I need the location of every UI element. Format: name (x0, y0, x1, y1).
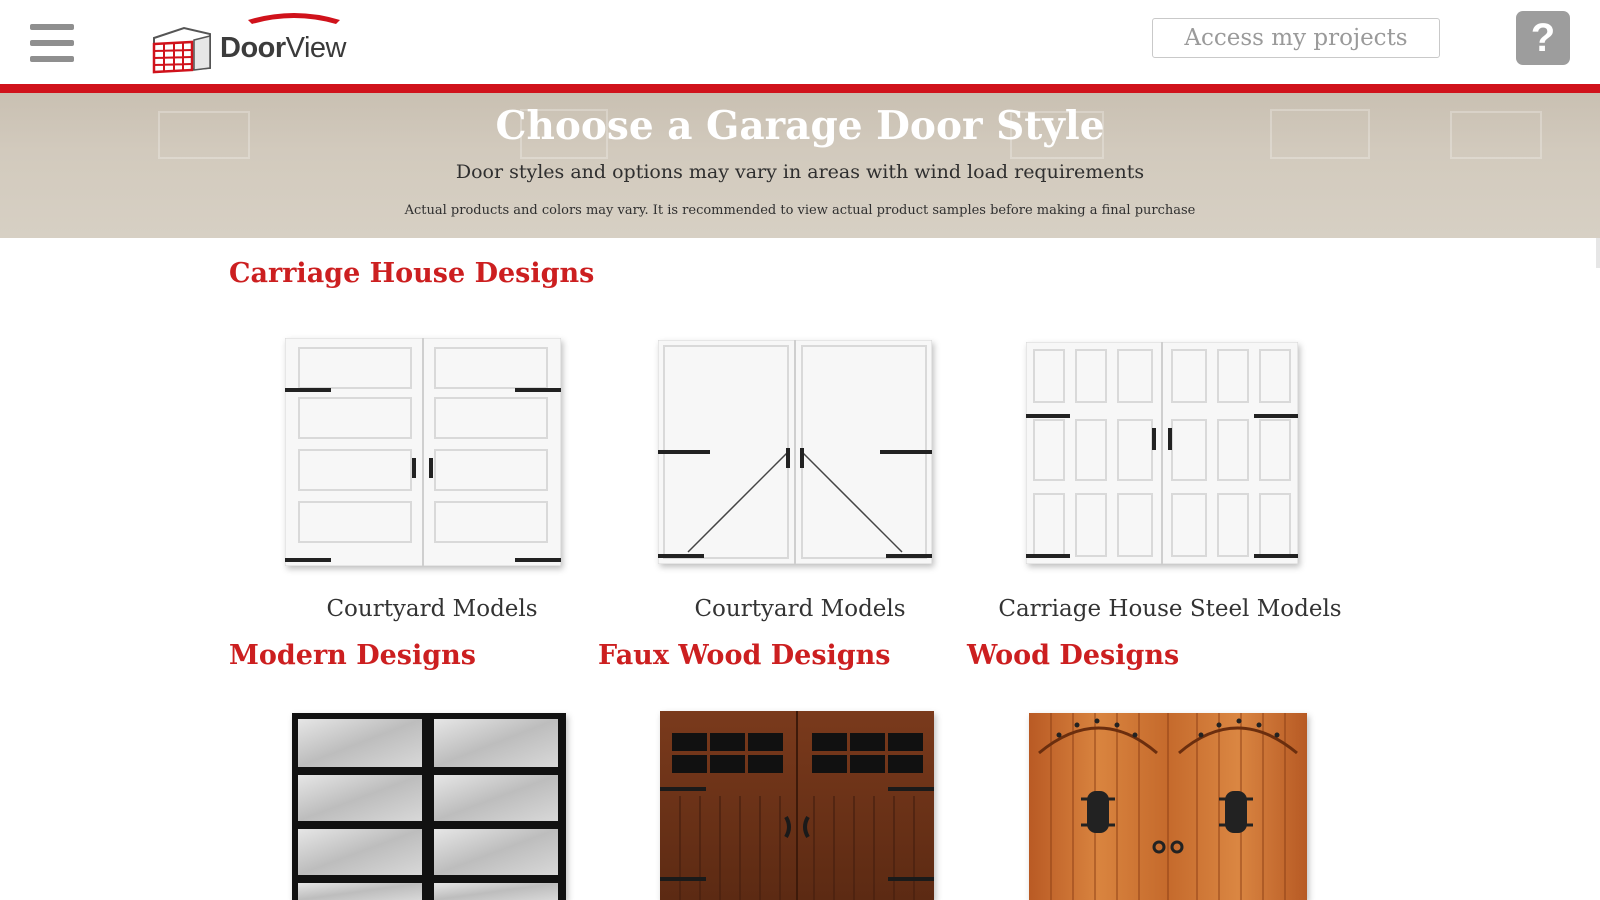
hero-banner: Choose a Garage Door Style Door styles a… (0, 93, 1600, 238)
white-carriage-door-horizontal-panels (285, 338, 561, 566)
logo-ribbon-icon (248, 13, 340, 24)
wood-designs-heading[interactable]: Wood Designs (967, 640, 1179, 671)
top-bar: DoorView Access my projects ? (0, 0, 1600, 85)
doorview-logo[interactable]: DoorView (150, 8, 370, 78)
door-caption-courtyard-2[interactable]: Courtyard Models (590, 596, 1010, 622)
cedar-arched-wood-door (1029, 713, 1307, 900)
door-card-faux-wood[interactable] (660, 711, 950, 900)
white-carriage-door-grid-panels (1026, 342, 1298, 564)
garage-door-logo-icon (152, 26, 211, 74)
modern-designs-heading[interactable]: Modern Designs (229, 640, 476, 671)
door-card-carriage-steel[interactable] (1026, 342, 1316, 572)
door-card-courtyard-2[interactable] (658, 340, 948, 570)
brown-faux-wood-door-windows (660, 711, 934, 900)
carriage-house-heading[interactable]: Carriage House Designs (229, 258, 594, 289)
logo-wordmark: DoorView (220, 32, 347, 64)
faux-wood-designs-heading[interactable]: Faux Wood Designs (598, 640, 891, 671)
header-divider (0, 84, 1600, 93)
hamburger-menu-icon[interactable] (30, 24, 74, 62)
door-card-courtyard-1[interactable] (285, 338, 575, 568)
banner-subtitle: Door styles and options may vary in area… (455, 161, 1145, 183)
door-card-modern[interactable] (292, 713, 582, 900)
page-title: Choose a Garage Door Style (495, 103, 1105, 149)
door-caption-courtyard-1[interactable]: Courtyard Models (222, 596, 642, 622)
door-card-wood[interactable] (1029, 713, 1319, 900)
scrollbar[interactable] (1596, 238, 1600, 268)
white-carriage-door-x-brace (658, 340, 932, 564)
door-caption-carriage-steel[interactable]: Carriage House Steel Models (960, 596, 1380, 622)
black-frame-glass-door (292, 713, 566, 900)
access-my-projects-button[interactable]: Access my projects (1152, 18, 1440, 58)
help-button[interactable]: ? (1516, 11, 1570, 65)
banner-disclaimer: Actual products and colors may vary. It … (404, 203, 1196, 218)
